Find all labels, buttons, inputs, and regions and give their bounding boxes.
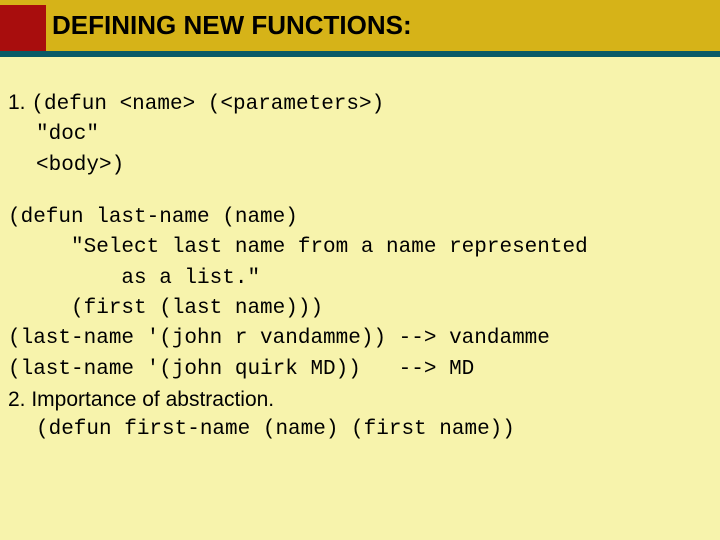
defun-first-name: (defun first-name (name) (first name)) [8, 416, 712, 444]
item-2-text: 2. Importance of abstraction. [8, 386, 712, 414]
defun-template-line3: <body>) [8, 152, 712, 180]
slide-body: 1. (defun <name> (<parameters>) "doc" <b… [0, 57, 720, 445]
slide-title: DEFINING NEW FUNCTIONS: [52, 10, 412, 41]
defun-last-name-body: (first (last name))) [8, 295, 712, 323]
defun-last-name-doc1: "Select last name from a name represente… [8, 234, 712, 262]
example-call-2: (last-name '(john quirk MD)) --> MD [8, 356, 712, 384]
defun-last-name-l1: (defun last-name (name) [8, 204, 712, 232]
slide-header: DEFINING NEW FUNCTIONS: [0, 0, 720, 57]
item-1-number: 1. [8, 91, 26, 114]
defun-template-line2: "doc" [8, 121, 712, 149]
defun-last-name-doc2: as a list." [8, 265, 712, 293]
example-call-1: (last-name '(john r vandamme)) --> vanda… [8, 325, 712, 353]
defun-template-line1: (defun <name> (<parameters>) [31, 93, 384, 116]
item-1: 1. (defun <name> (<parameters>) [8, 89, 712, 119]
accent-square [0, 5, 46, 51]
